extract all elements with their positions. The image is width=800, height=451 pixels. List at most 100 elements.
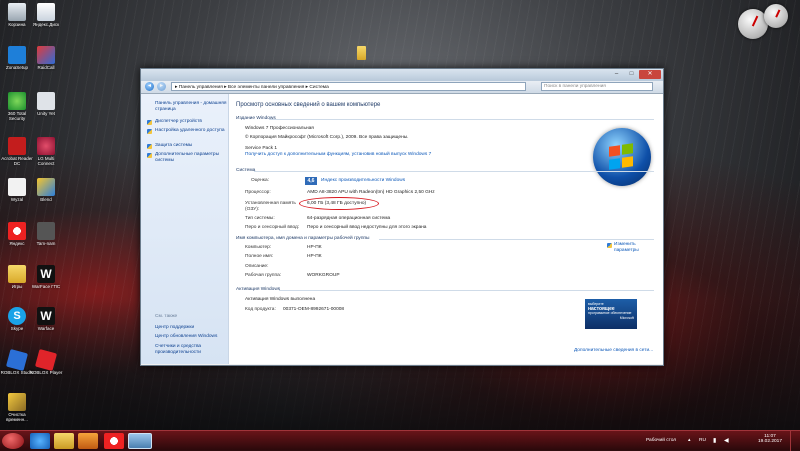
- clock-date: 19.02.2017: [757, 439, 782, 444]
- cleanup-icon: [8, 393, 26, 411]
- acrobat-icon: [8, 137, 26, 155]
- zona-icon: [8, 46, 26, 64]
- roblox-player-icon: [34, 348, 58, 372]
- desktop-icon-unity[interactable]: Unity Yet: [29, 92, 63, 116]
- breadcrumb-control-panel[interactable]: Панель управления: [179, 85, 223, 90]
- desktop-icon-warface[interactable]: W Warface: [29, 307, 63, 331]
- section-divider: [269, 119, 654, 120]
- desktop-icon-blend[interactable]: Blend: [29, 178, 63, 202]
- sidebar-home-link[interactable]: Панель управления - домашняя страница: [155, 101, 227, 112]
- genuine-microsoft-badge: выберите настоящее программное обеспечен…: [585, 299, 637, 329]
- recycle-bin-icon: [8, 3, 26, 21]
- pen-value: Перо и сенсорный ввод недоступны для это…: [307, 225, 427, 230]
- minimize-button[interactable]: –: [609, 70, 624, 79]
- rating-score-badge[interactable]: 4,6: [305, 177, 317, 185]
- rating-link[interactable]: Индекс производительности Windows: [321, 178, 405, 184]
- maximize-button[interactable]: □: [624, 70, 639, 79]
- floating-folder-icon[interactable]: [357, 46, 366, 60]
- gauge-needle: [751, 15, 758, 26]
- desktop-icon-label: ROBLOX Player: [29, 370, 63, 375]
- genuine-line: Microsoft: [619, 315, 634, 320]
- see-also-performance[interactable]: Счетчики и средства производительности: [155, 344, 225, 355]
- windows-logo-icon: [593, 128, 651, 186]
- product-id-label: Код продукта:: [245, 307, 276, 312]
- system-type-value: 64-разрядная операционная система: [307, 216, 391, 221]
- document-icon: [8, 178, 26, 196]
- desktop-icon-cleanup[interactable]: Очистка временн...: [0, 393, 34, 422]
- yandex-disk-icon: [37, 3, 55, 21]
- section-divider: [254, 171, 654, 172]
- workgroup-label: Рабочая группа:: [245, 273, 282, 278]
- main-content: Просмотр основных сведений о вашем компь…: [229, 94, 663, 364]
- section-divider: [279, 290, 654, 291]
- close-button[interactable]: ✕: [639, 70, 661, 79]
- sidebar-item-remote[interactable]: Настройка удаленного доступа: [155, 128, 225, 134]
- shield-icon: [147, 144, 152, 149]
- more-info-link[interactable]: Дополнительные сведения в сети...: [574, 348, 653, 354]
- start-button[interactable]: [2, 433, 24, 449]
- desktop-icon-lg[interactable]: LG Multi Connect: [29, 137, 63, 166]
- see-also-action-center[interactable]: Центр поддержки: [155, 325, 225, 331]
- flag-green: [622, 143, 633, 155]
- warface-icon: W: [37, 307, 55, 325]
- sidebar-item-advanced[interactable]: Дополнительные параметры системы: [155, 152, 225, 163]
- breadcrumb-system[interactable]: Система: [309, 85, 328, 90]
- sidebar-item-device-manager[interactable]: Диспетчер устройств: [155, 119, 225, 125]
- desktop-icon-label: Unity Yet: [37, 111, 55, 116]
- page-title: Просмотр основных сведений о вашем компь…: [236, 102, 381, 108]
- desktop-toolbar-label[interactable]: Рабочий стол: [646, 438, 676, 443]
- app-icon: [37, 222, 55, 240]
- system-window[interactable]: – □ ✕ ◂ ▸ ▸ Панель управления ▸ Все элем…: [140, 68, 664, 366]
- breadcrumb-all-items[interactable]: Все элементы панели управления: [228, 85, 304, 90]
- change-settings-link[interactable]: Изменить параметры: [614, 242, 654, 254]
- processor-value: AMD A8-3820 APU with Radeon(tm) HD Graph…: [307, 190, 435, 195]
- security-shield-icon: [8, 92, 26, 110]
- address-bar: ◂ ▸ ▸ Панель управления ▸ Все элементы п…: [141, 81, 663, 94]
- ram-meter-gadget[interactable]: [764, 4, 788, 28]
- sidebar-item-protection[interactable]: Защита системы: [155, 143, 225, 149]
- see-also-heading: См. также: [155, 314, 178, 319]
- system-heading: Система: [236, 168, 256, 173]
- forward-button[interactable]: ▸: [157, 82, 166, 91]
- skype-icon: S: [8, 307, 26, 325]
- clock[interactable]: 11:07 19.02.2017: [757, 434, 783, 444]
- pen-label: Перо и сенсорный ввод:: [245, 225, 300, 230]
- desktop-icon-raidcall[interactable]: RaidCall: [29, 46, 63, 70]
- ie-icon[interactable]: [30, 433, 50, 449]
- back-button[interactable]: ◂: [145, 82, 154, 91]
- explorer-icon[interactable]: [54, 433, 74, 449]
- lg-icon: [37, 137, 55, 155]
- section-divider: [379, 239, 654, 240]
- media-player-icon[interactable]: [78, 433, 98, 449]
- control-panel-task-button[interactable]: [128, 433, 152, 449]
- rating-label: Оценка:: [251, 178, 269, 183]
- highlight-ellipse: [299, 197, 379, 210]
- shield-icon: [147, 129, 152, 134]
- window-titlebar[interactable]: – □ ✕: [141, 69, 663, 81]
- show-hidden-icons[interactable]: ▴: [688, 438, 690, 443]
- desktop-icon-warface-gps[interactable]: W WarFace ГПС: [29, 265, 63, 289]
- see-also-windows-update[interactable]: Центр обновления Windows: [155, 334, 225, 340]
- search-input[interactable]: Поиск в панели управления: [541, 82, 653, 91]
- desktop-icon-roblox-player[interactable]: ROBLOX Player: [29, 348, 63, 375]
- volume-icon[interactable]: ◀: [724, 437, 729, 444]
- desktop-icon-label: Яндекс.Диск: [32, 22, 60, 27]
- shield-icon: [147, 120, 152, 125]
- computer-value: HP-ПК: [307, 245, 322, 250]
- show-desktop-button[interactable]: [790, 431, 800, 451]
- address-field[interactable]: ▸ Панель управления ▸ Все элементы панел…: [171, 82, 526, 91]
- warface-icon: W: [37, 265, 55, 283]
- games-folder-icon: [8, 265, 26, 283]
- yandex-browser-icon[interactable]: [104, 433, 124, 449]
- desktop-icon-yandex-disk[interactable]: Яндекс.Диск: [29, 3, 63, 27]
- shield-icon: [147, 153, 152, 158]
- description-label: Описание:: [245, 264, 269, 269]
- language-indicator[interactable]: RU: [699, 438, 706, 443]
- genuine-line: программное обеспечение: [588, 311, 632, 315]
- memory-label: Установленная память (ОЗУ):: [245, 201, 296, 212]
- network-icon[interactable]: ▮: [713, 437, 716, 444]
- upgrade-link[interactable]: Получить доступ к дополнительным функция…: [245, 152, 431, 158]
- unity-icon: [37, 92, 55, 110]
- desktop-icon-tam[interactable]: Tam-nam: [29, 222, 63, 246]
- sidebar: Панель управления - домашняя страница Ди…: [141, 94, 229, 364]
